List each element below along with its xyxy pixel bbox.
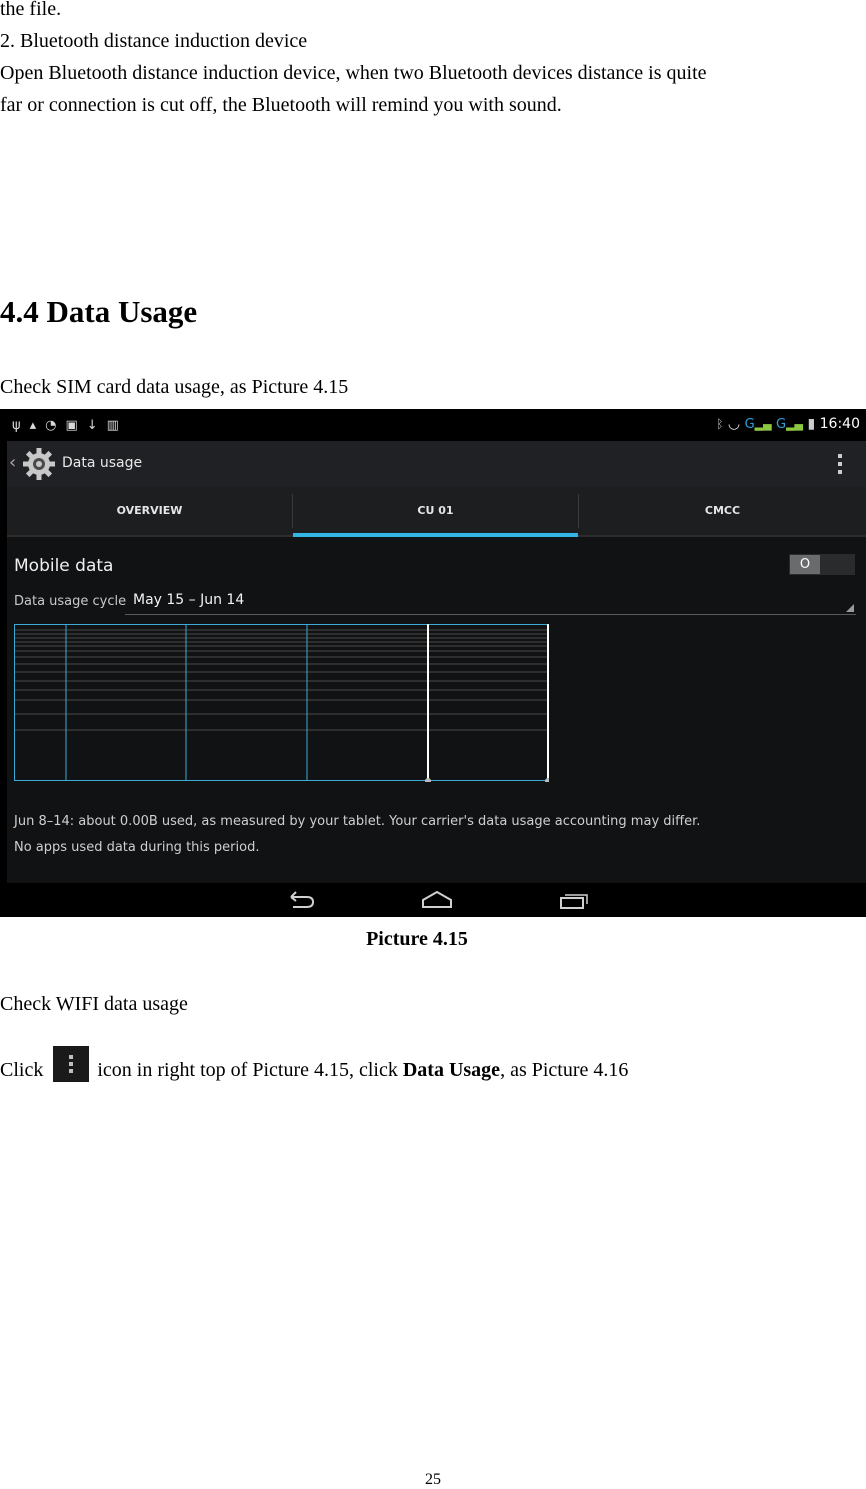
screenshot-icon: ▣	[65, 418, 87, 433]
clock: 16:40	[819, 416, 860, 432]
instruction-end: , as Picture 4.16	[500, 1059, 629, 1081]
back-icon[interactable]	[285, 887, 317, 913]
tab-cmcc[interactable]: CMCC	[579, 487, 866, 535]
chart-sweep-handles	[425, 624, 549, 782]
settings-app: ‹ Data usage OVERVIEW CU 01 CMCC Mobile …	[7, 441, 866, 883]
data-usage-cycle-label: Data usage cycle	[14, 594, 127, 609]
battery-icon: ▮	[807, 416, 816, 432]
page-title: Data usage	[62, 455, 143, 471]
tab-overview[interactable]: OVERVIEW	[7, 487, 292, 535]
network-type-1: G	[744, 417, 755, 432]
wifi-heading: Check WIFI data usage	[0, 993, 188, 1015]
lock-icon: ▴	[29, 418, 46, 433]
cycle-value: May 15 – Jun 14	[133, 592, 245, 608]
data-usage-cycle-select[interactable]: May 15 – Jun 14	[125, 587, 856, 615]
usage-chart[interactable]	[14, 624, 549, 782]
download-icon: ↓	[86, 418, 107, 433]
signal-icon: ▂▄	[786, 418, 804, 431]
gear-icon[interactable]	[22, 447, 56, 481]
chevron-left-icon[interactable]: ‹	[9, 452, 16, 473]
click-word: Click	[0, 1059, 44, 1081]
data-usage-screenshot: ψ▴◔▣↓▥ ᛒ ◡ G▂▄ G▂▄ ▮ 16:40 ‹ Data usage …	[0, 409, 866, 917]
instruction-emphasis: Data Usage	[402, 1059, 501, 1081]
bluetooth-icon: ᛒ	[716, 417, 724, 431]
body-text-line: Open Bluetooth distance induction device…	[0, 62, 707, 84]
status-bar: ψ▴◔▣↓▥ ᛒ ◡ G▂▄ G▂▄ ▮ 16:40	[0, 409, 866, 441]
home-icon[interactable]	[420, 887, 454, 913]
network-type-2: G	[776, 417, 787, 432]
page-number: 25	[425, 1471, 441, 1488]
caption-text: Picture 4.15	[366, 928, 468, 950]
usb-icon: ψ	[12, 418, 30, 433]
usage-summary: Jun 8–14: about 0.00B used, as measured …	[14, 814, 701, 829]
instruction-text: icon in right top of Picture 4.15, click	[97, 1059, 398, 1081]
navigation-bar	[0, 883, 866, 917]
dropdown-corner-icon	[846, 604, 854, 612]
sd-card-icon: ▥	[106, 418, 128, 433]
apps-note: No apps used data during this period.	[14, 840, 260, 855]
mobile-data-toggle[interactable]: O	[789, 554, 855, 575]
section-title: 4.4 Data Usage	[0, 294, 198, 329]
tab-cu01[interactable]: CU 01	[293, 487, 578, 537]
overflow-menu-icon	[53, 1046, 90, 1082]
body-text-line: the file.	[0, 0, 62, 20]
sync-icon: ◔	[45, 418, 66, 433]
action-bar: ‹ Data usage	[7, 441, 866, 487]
chart-week-lines	[65, 624, 308, 781]
body-text-line: far or connection is cut off, the Blueto…	[0, 94, 562, 116]
notification-icons: ψ▴◔▣↓▥	[12, 418, 128, 433]
sweep-start-handle	[425, 778, 431, 782]
recent-apps-icon[interactable]	[556, 887, 590, 913]
chart-frame	[14, 624, 549, 781]
status-right: ᛒ ◡ G▂▄ G▂▄ ▮ 16:40	[716, 416, 860, 432]
sweep-end-handle	[545, 778, 549, 782]
mobile-data-label: Mobile data	[14, 556, 114, 576]
signal-icon: ▂▄	[754, 418, 772, 431]
intro-text: Check SIM card data usage, as Picture 4.…	[0, 376, 349, 398]
wifi-icon: ◡	[727, 416, 741, 432]
list-item-heading: 2. Bluetooth distance induction device	[0, 30, 308, 52]
instruction-line: Click icon in right top of Picture 4.15, …	[0, 1046, 628, 1086]
figure-caption: Picture 4.15	[0, 928, 866, 951]
toggle-knob: O	[790, 555, 820, 574]
overflow-menu-icon[interactable]	[838, 454, 842, 474]
tab-bar: OVERVIEW CU 01 CMCC	[7, 487, 866, 537]
chart-grid	[15, 629, 548, 731]
